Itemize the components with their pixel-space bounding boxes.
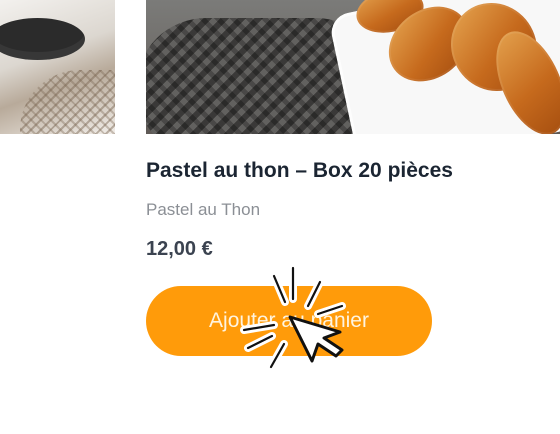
product-image[interactable] bbox=[146, 0, 560, 134]
add-to-cart-button[interactable]: Ajouter au panier bbox=[146, 286, 432, 356]
product-title[interactable]: Pastel au thon – Box 20 pièces bbox=[146, 159, 453, 182]
previous-product-image bbox=[0, 0, 115, 134]
product-price: 12,00 € bbox=[146, 238, 213, 260]
product-category: Pastel au Thon bbox=[146, 200, 261, 219]
